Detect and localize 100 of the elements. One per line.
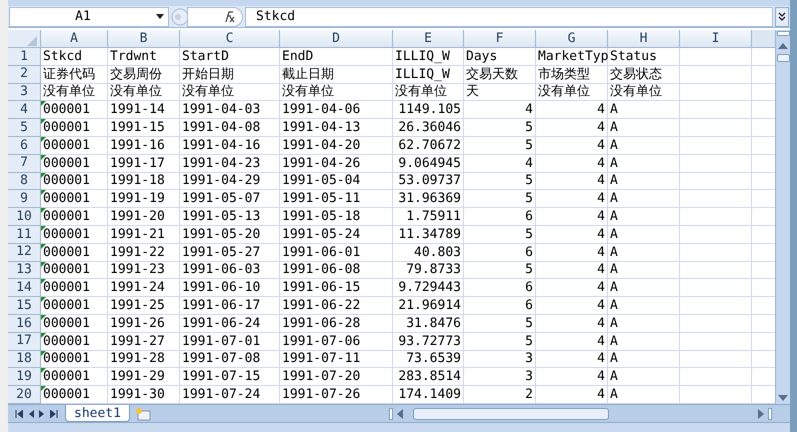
- expand-formula-bar-button[interactable]: [775, 6, 789, 26]
- formula-field[interactable]: Stkcd: [245, 6, 773, 26]
- row-header[interactable]: 3: [8, 84, 41, 102]
- table-cell: 4: [536, 350, 608, 368]
- empty-cell: [680, 48, 752, 66]
- row-header[interactable]: 15: [8, 297, 41, 315]
- table-cell: 5: [464, 190, 536, 208]
- triangle-icon: [27, 36, 37, 46]
- split-handle[interactable]: [388, 408, 393, 420]
- empty-cell: [680, 350, 752, 368]
- column-header[interactable]: F: [464, 30, 536, 48]
- row-header[interactable]: 19: [8, 368, 41, 386]
- table-cell: A: [608, 262, 680, 280]
- empty-cell: [680, 368, 752, 386]
- table-cell: 1991-16: [108, 136, 180, 155]
- row-header[interactable]: 10: [8, 208, 41, 226]
- insert-function-button[interactable]: [187, 6, 243, 26]
- table-cell: 1991-04-06: [280, 101, 393, 120]
- table-cell: 1.75911: [393, 208, 464, 226]
- split-handle[interactable]: [776, 31, 790, 36]
- first-sheet-icon[interactable]: [15, 410, 23, 418]
- table-cell: EndD: [280, 48, 393, 66]
- row-header[interactable]: 4: [8, 101, 41, 120]
- table-cell: 开始日期: [180, 66, 280, 84]
- table-cell: Days: [464, 48, 536, 66]
- column-header[interactable]: A: [41, 30, 108, 48]
- table-cell: 1991-04-13: [280, 119, 393, 137]
- double-chevron-icon: [778, 12, 786, 22]
- row-header[interactable]: 5: [8, 119, 41, 137]
- next-sheet-icon[interactable]: [39, 410, 45, 418]
- table-cell: 1991-27: [108, 332, 180, 351]
- row-header[interactable]: 16: [8, 314, 41, 333]
- table-cell: 1991-06-08: [280, 262, 393, 280]
- table-cell: 1991-15: [108, 119, 180, 137]
- table-cell: 5: [464, 226, 536, 244]
- table-cell: 1991-20: [108, 208, 180, 226]
- table-cell: 市场类型: [536, 66, 608, 84]
- table-cell: 6: [464, 244, 536, 262]
- empty-cell: [680, 154, 752, 173]
- scroll-thumb[interactable]: [412, 408, 609, 420]
- table-cell: 53.09737: [393, 172, 464, 190]
- table-cell: 1991-06-28: [280, 314, 393, 333]
- table-cell: 4: [536, 244, 608, 262]
- table-cell: 000001: [41, 226, 108, 244]
- dropdown-arrow-icon[interactable]: [156, 14, 164, 19]
- table-cell: A: [608, 368, 680, 386]
- table-cell: 000001: [41, 279, 108, 298]
- scroll-right-icon[interactable]: [758, 408, 764, 418]
- scroll-down-icon[interactable]: [778, 394, 788, 402]
- row-header[interactable]: 14: [8, 279, 41, 298]
- table-cell: A: [608, 190, 680, 208]
- table-cell: 天: [464, 84, 536, 102]
- row-header[interactable]: 1: [8, 48, 41, 66]
- row-header[interactable]: 9: [8, 190, 41, 208]
- scroll-left-icon[interactable]: [396, 408, 403, 418]
- scroll-up-icon[interactable]: [778, 42, 788, 50]
- row-header[interactable]: 8: [8, 172, 41, 190]
- name-box[interactable]: A1: [9, 6, 169, 26]
- table-cell: 1991-28: [108, 350, 180, 368]
- row-header[interactable]: 17: [8, 332, 41, 351]
- table-cell: 6: [464, 279, 536, 298]
- row-header[interactable]: 18: [8, 350, 41, 368]
- table-cell: 4: [536, 262, 608, 280]
- table-cell: 1991-26: [108, 314, 180, 333]
- table-cell: 1991-05-13: [180, 208, 280, 226]
- previous-sheet-icon[interactable]: [28, 410, 34, 418]
- column-header[interactable]: G: [536, 30, 608, 48]
- table-cell: 283.8514: [393, 368, 464, 386]
- row-header[interactable]: 7: [8, 154, 41, 173]
- empty-cell: [680, 66, 752, 84]
- row-header[interactable]: 13: [8, 262, 41, 280]
- table-cell: 5: [464, 136, 536, 155]
- row-header[interactable]: 11: [8, 226, 41, 244]
- resize-handle-icon[interactable]: [171, 6, 189, 26]
- table-cell: 截止日期: [280, 66, 393, 84]
- row-header[interactable]: 20: [8, 386, 41, 404]
- table-cell: A: [608, 136, 680, 155]
- column-header[interactable]: E: [393, 30, 464, 48]
- table-cell: 11.34789: [393, 226, 464, 244]
- table-cell: 79.8733: [393, 262, 464, 280]
- split-handle[interactable]: [768, 408, 772, 420]
- table-cell: 没有单位: [536, 84, 608, 102]
- table-cell: 没有单位: [108, 84, 180, 102]
- column-header[interactable]: C: [180, 30, 280, 48]
- table-cell: 000001: [41, 332, 108, 351]
- last-sheet-icon[interactable]: [50, 410, 58, 418]
- table-cell: 3: [464, 350, 536, 368]
- table-cell: 000001: [41, 136, 108, 155]
- row-header[interactable]: 6: [8, 136, 41, 155]
- scroll-thumb[interactable]: [776, 54, 790, 62]
- sheet-tab[interactable]: sheet1: [65, 405, 130, 422]
- table-cell: 4: [536, 190, 608, 208]
- table-cell: 1991-18: [108, 172, 180, 190]
- row-header[interactable]: 12: [8, 244, 41, 262]
- row-header[interactable]: 2: [8, 66, 41, 84]
- column-header[interactable]: I: [680, 30, 752, 48]
- table-cell: 1991-22: [108, 244, 180, 262]
- column-header[interactable]: D: [280, 30, 393, 48]
- column-header[interactable]: B: [108, 30, 180, 48]
- column-header[interactable]: H: [608, 30, 680, 48]
